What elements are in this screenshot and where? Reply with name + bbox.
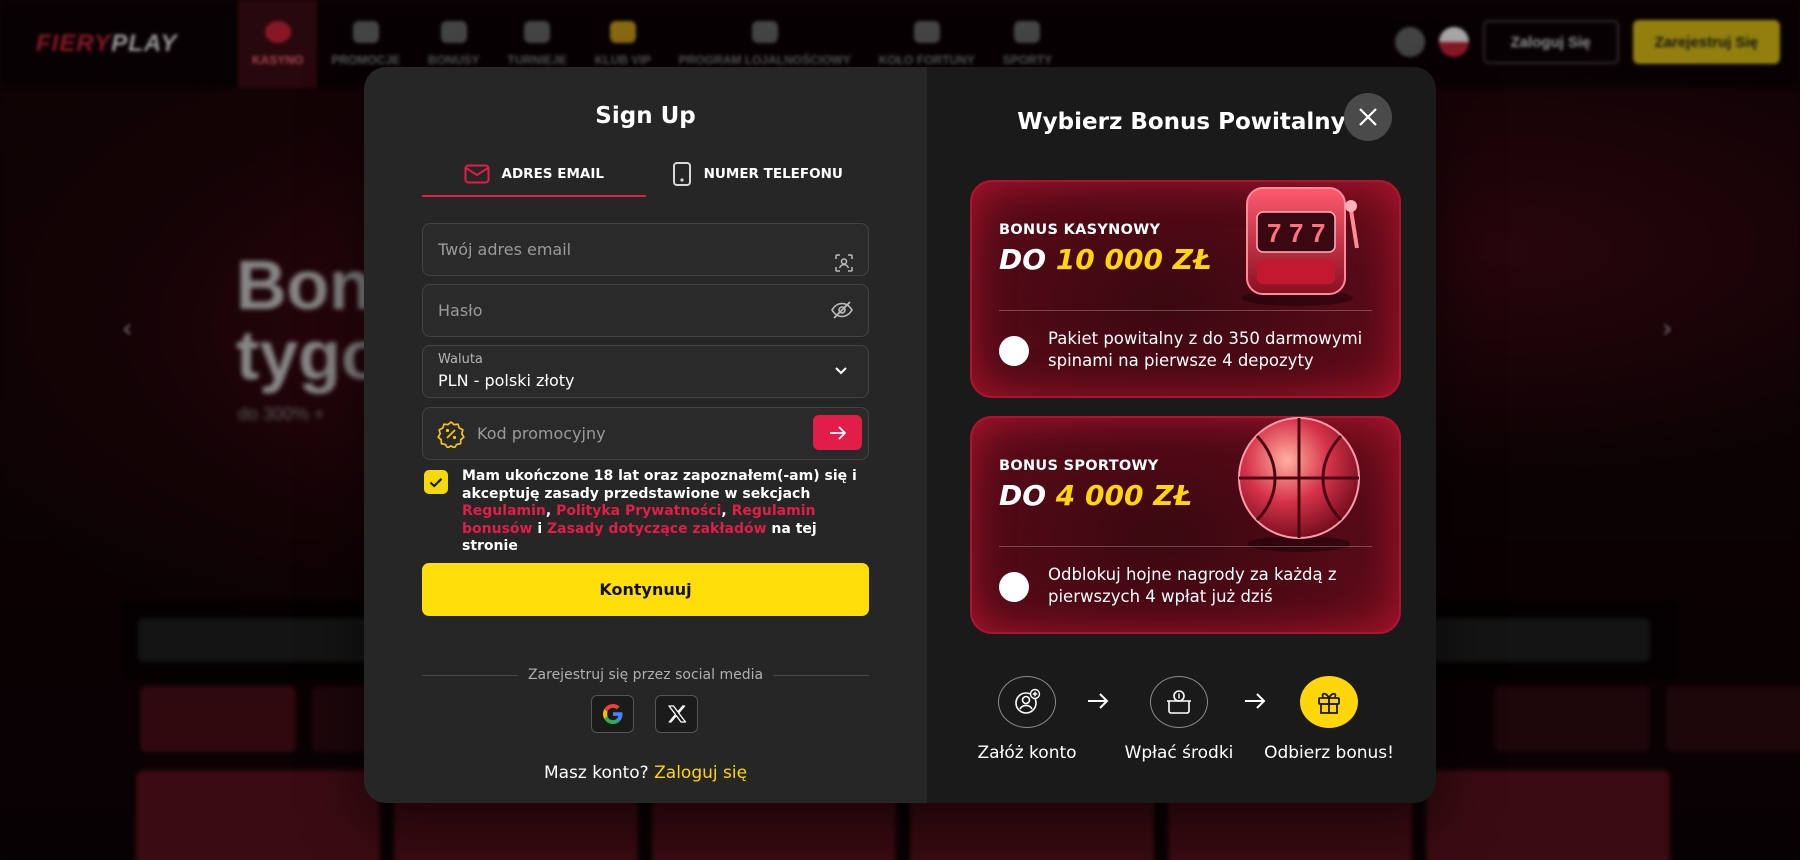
bonus-description: Pakiet powitalny z do 350 darmowymi spin…: [1048, 329, 1363, 370]
eye-off-icon[interactable]: [830, 300, 854, 320]
close-icon: [1359, 108, 1377, 126]
bonus-amount-value: 4 000 ZŁ: [1055, 479, 1193, 512]
bonus-radio-sports[interactable]: [999, 572, 1029, 602]
tab-email[interactable]: ADRES EMAIL: [422, 153, 646, 197]
bonus-card-casino[interactable]: 7 7 7 BONUS KASYNOWY DO 10 000 ZŁ Pakiet…: [970, 180, 1401, 398]
slot-machine-icon: 7 7 7: [1241, 187, 1359, 306]
step-circle: [1300, 676, 1358, 728]
bonus-card-sports[interactable]: BONUS SPORTOWY DO 4 000 ZŁ Odblokuj hojn…: [970, 416, 1401, 634]
basketball-icon: [1238, 417, 1360, 552]
email-placeholder: Twój adres email: [438, 240, 572, 259]
x-icon: [667, 705, 686, 723]
currency-value: PLN - polski złoty: [438, 371, 575, 390]
have-account-text: Masz konto?: [543, 763, 649, 783]
bonus-description: Odblokuj hojne nagrody za każdą z pierws…: [1048, 565, 1337, 606]
step-claim-bonus: Odbierz bonus!: [1259, 676, 1399, 763]
terms-text: Mam ukończone 18 lat oraz zapoznałem(-am…: [462, 468, 872, 556]
bonus-panel: Wybierz Bonus Powitalny 7 7 7 BONUS KASY…: [927, 67, 1436, 803]
bonus-amount-value: 10 000 ZŁ: [1055, 243, 1212, 276]
bonus-radio-casino[interactable]: [999, 336, 1029, 366]
link-regulations[interactable]: Regulamin: [462, 503, 546, 519]
social-divider: Zarejestruj się przez social media: [422, 667, 870, 683]
add-user-icon: [1015, 688, 1041, 714]
x-signup-button[interactable]: [655, 695, 698, 733]
currency-select[interactable]: Waluta PLN - polski złoty: [422, 345, 869, 398]
step-label: Wpłać środki: [1124, 743, 1234, 763]
step-deposit: Wpłać środki: [1109, 676, 1249, 763]
terms-text-part: i: [532, 520, 548, 537]
apply-promo-button[interactable]: [813, 415, 862, 450]
bonus-kicker: BONUS SPORTOWY: [999, 458, 1159, 474]
badge-percent-icon: [437, 421, 465, 448]
step-circle: [998, 676, 1056, 728]
email-field[interactable]: Twój adres email: [422, 223, 869, 276]
password-placeholder: Hasło: [438, 301, 483, 320]
bonus-kicker: BONUS KASYNOWY: [999, 222, 1161, 238]
card-divider: [999, 310, 1372, 311]
checkmark-icon: [429, 477, 443, 488]
password-field[interactable]: Hasło: [422, 284, 869, 337]
step-circle: [1150, 676, 1208, 728]
tab-email-label: ADRES EMAIL: [501, 166, 604, 182]
bonus-amount: DO 10 000 ZŁ: [999, 243, 1212, 276]
login-prompt: Masz konto? Zaloguj się: [364, 763, 927, 783]
terms-text-part: ,: [721, 503, 732, 519]
signup-method-tabs: ADRES EMAIL NUMER TELEFONU: [422, 153, 869, 197]
terms-checkbox[interactable]: [424, 470, 448, 494]
social-label: Zarejestruj się przez social media: [527, 667, 764, 683]
google-signup-button[interactable]: [591, 695, 634, 733]
svg-text:7: 7: [1311, 218, 1325, 248]
google-icon: [602, 704, 622, 724]
terms-text-part: Mam ukończone 18 lat oraz zapoznałem(-am…: [462, 468, 857, 502]
card-divider: [999, 546, 1372, 547]
continue-button[interactable]: Kontynuuj: [422, 563, 869, 616]
terms-text-part: ,: [545, 503, 557, 519]
promo-code-field[interactable]: Kod promocyjny: [422, 407, 869, 460]
bonus-amount-prefix: DO: [999, 479, 1056, 512]
svg-text:7: 7: [1289, 218, 1303, 248]
link-betting-rules[interactable]: Zasady dotyczące zakładów: [547, 521, 767, 537]
divider-line: [422, 674, 518, 676]
svg-text:7: 7: [1267, 218, 1281, 248]
tab-phone[interactable]: NUMER TELEFONU: [646, 153, 870, 197]
face-scan-icon[interactable]: [834, 253, 854, 273]
deposit-icon: [1167, 690, 1191, 714]
social-buttons: [591, 695, 698, 733]
link-privacy-policy[interactable]: Polityka Prywatności: [556, 503, 721, 519]
step-label: Załóż konto: [977, 743, 1077, 763]
signup-title: Sign Up: [595, 103, 696, 129]
arrow-right-icon: [1088, 693, 1109, 709]
chevron-down-icon: [835, 367, 847, 375]
step-label: Odbierz bonus!: [1264, 743, 1394, 763]
signup-panel: Sign Up ADRES EMAIL NUMER TELEFONU Twój …: [364, 67, 927, 803]
login-link[interactable]: Zaloguj się: [654, 763, 747, 783]
arrow-right-icon: [829, 425, 846, 440]
gift-icon: [1318, 692, 1340, 714]
signup-modal: Sign Up ADRES EMAIL NUMER TELEFONU Twój …: [364, 67, 1436, 803]
tab-phone-label: NUMER TELEFONU: [703, 166, 843, 182]
promo-placeholder: Kod promocyjny: [477, 424, 606, 443]
step-create-account: Załóż konto: [957, 676, 1097, 763]
bonus-amount: DO 4 000 ZŁ: [999, 479, 1192, 512]
mail-icon: [464, 164, 490, 184]
bonus-amount-prefix: DO: [999, 243, 1056, 276]
phone-icon: [672, 162, 691, 186]
divider-line: [773, 674, 870, 676]
close-button[interactable]: [1344, 93, 1392, 141]
currency-label: Waluta: [438, 352, 483, 367]
